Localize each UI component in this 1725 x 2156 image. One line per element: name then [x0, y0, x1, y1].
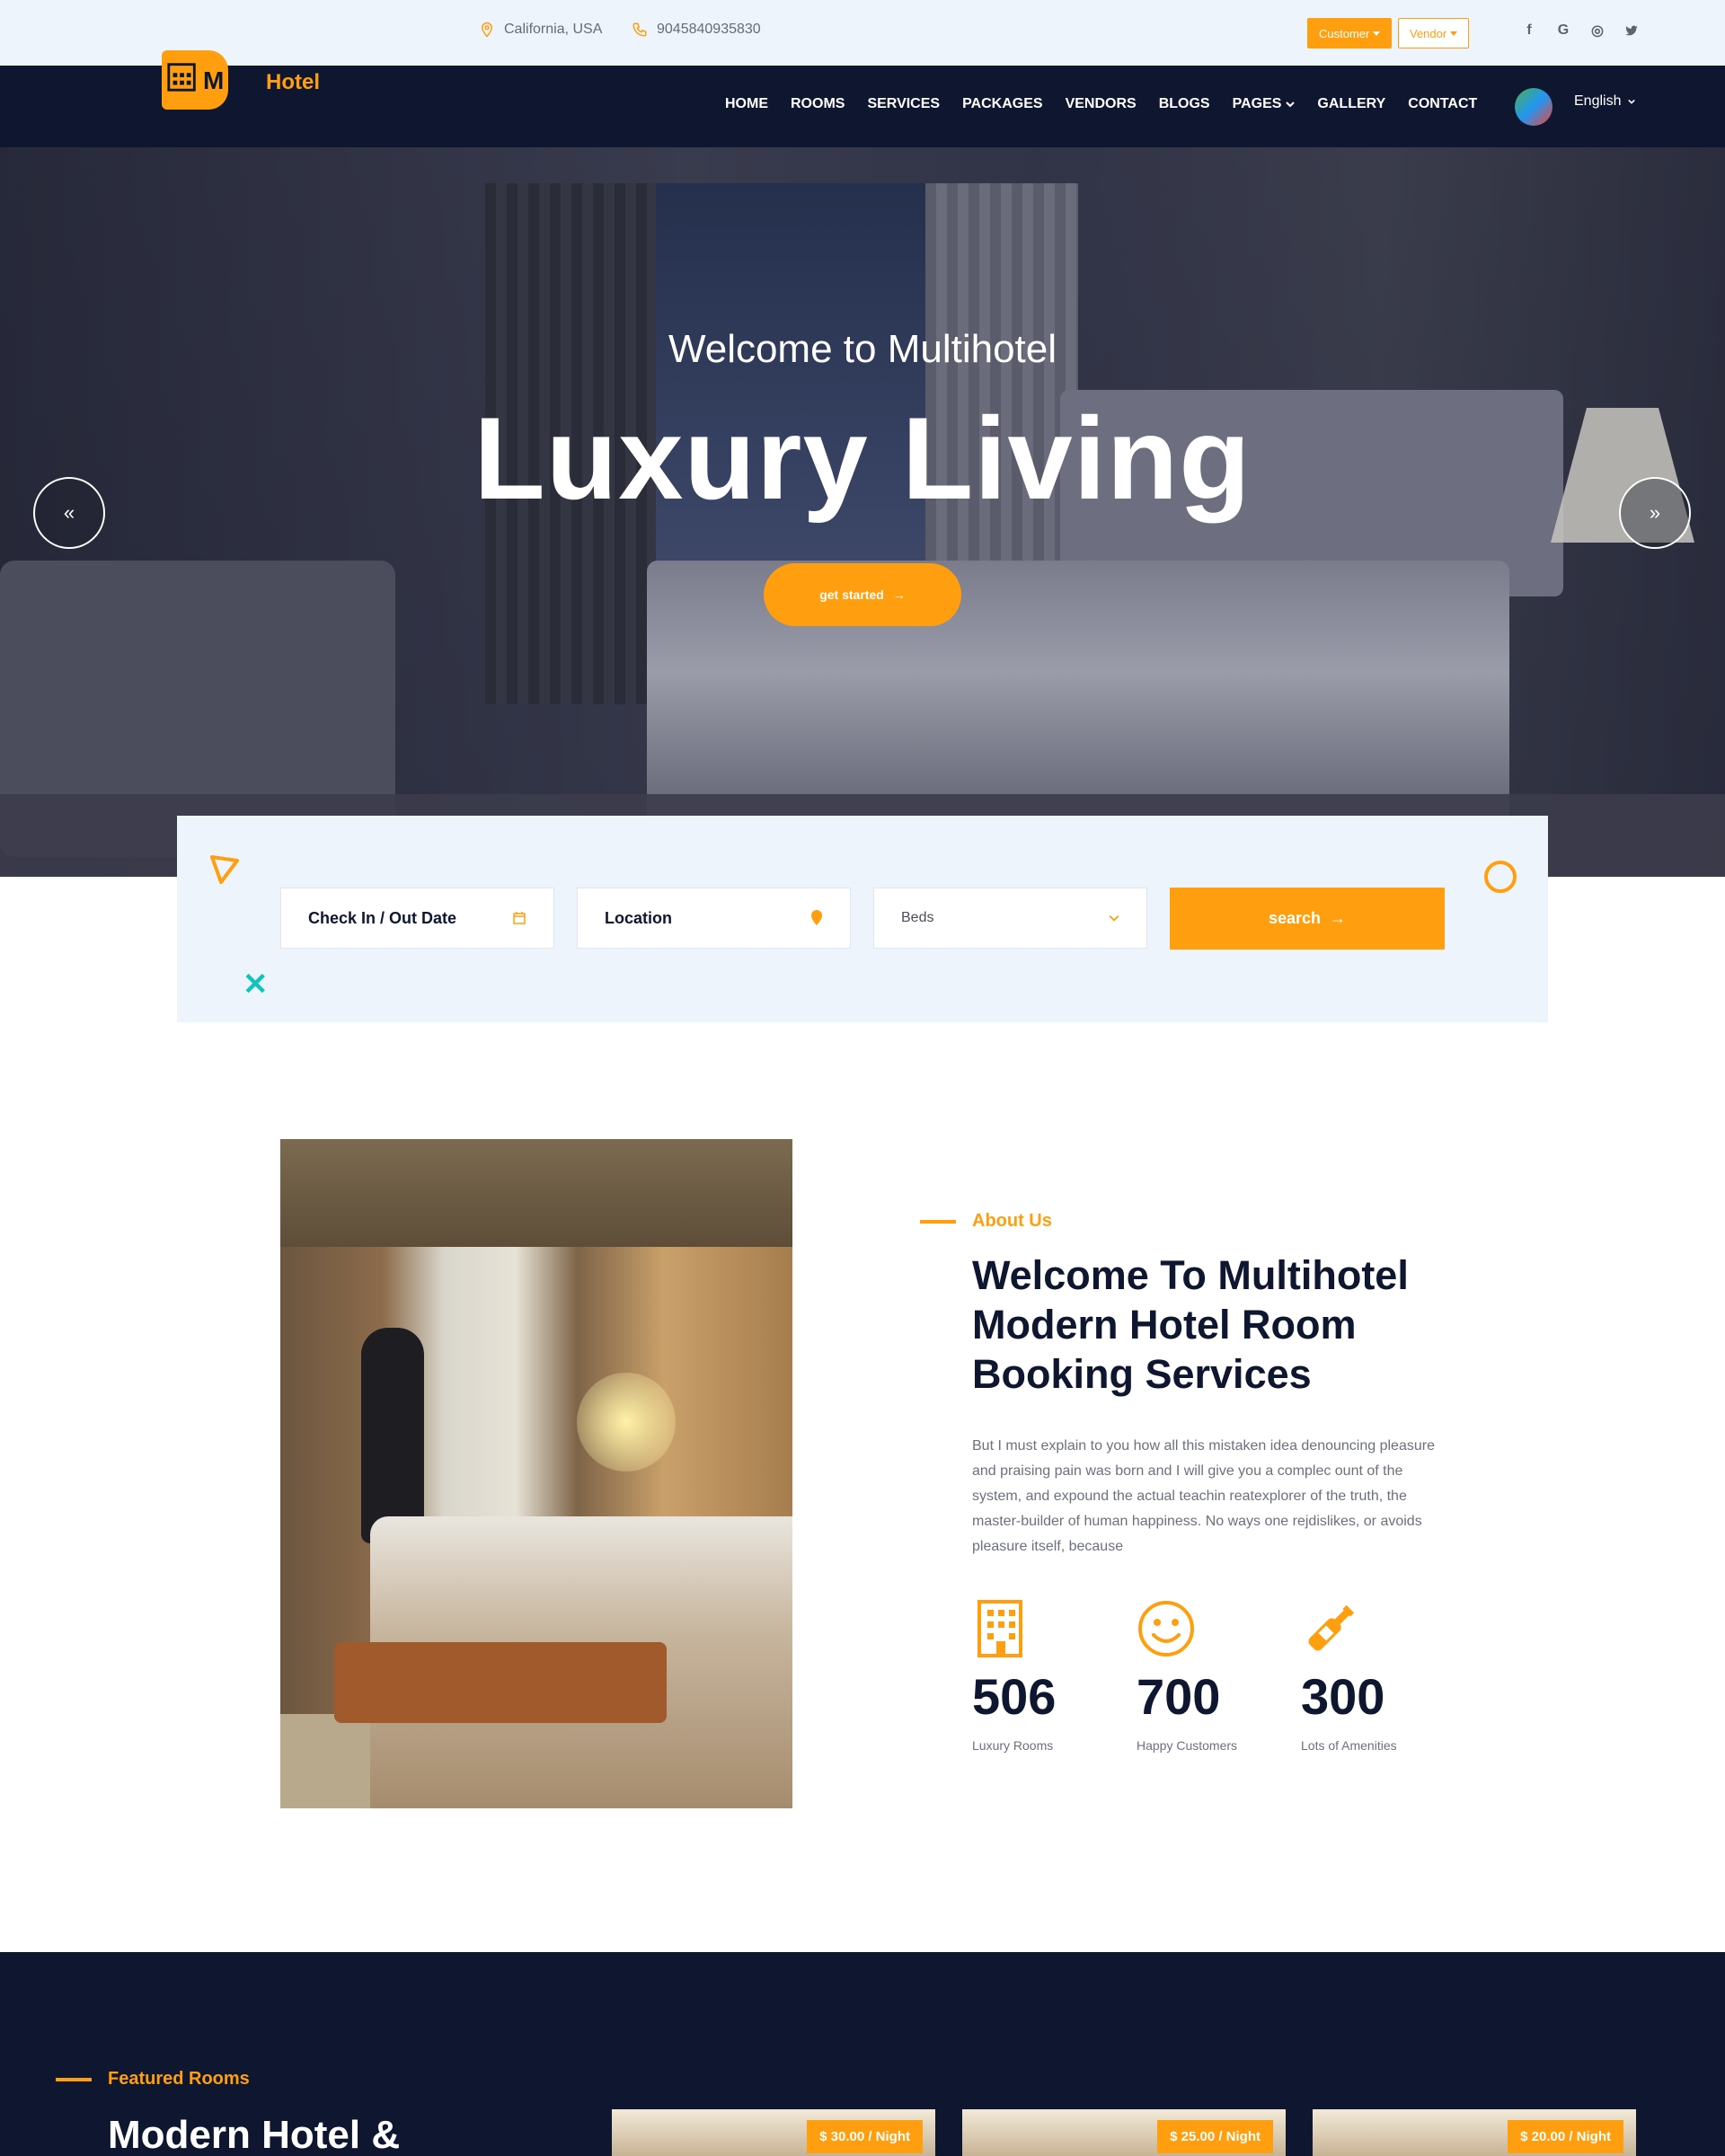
beds-select[interactable]: Beds — [873, 888, 1147, 949]
customer-label: Customer — [1319, 26, 1370, 40]
stat-value: 300 — [1301, 1668, 1385, 1725]
about-image-lamp — [577, 1373, 676, 1471]
tag-line — [920, 1219, 956, 1224]
triangle-decoration-icon — [210, 855, 239, 884]
chevron-down-icon — [1628, 99, 1636, 104]
search-button-label: search — [1268, 909, 1322, 927]
nav-item-packages[interactable]: PACKAGES — [962, 96, 1043, 112]
hotel-building-icon — [167, 63, 196, 92]
room-card[interactable]: $ 30.00 / Night — [612, 2109, 935, 2156]
about-tag: About Us — [920, 1211, 1052, 1232]
phone-icon — [632, 22, 647, 37]
stat-luxury-rooms: 506 Luxury Rooms — [972, 1599, 1134, 1753]
room-price-badge: $ 30.00 / Night — [807, 2120, 923, 2153]
location-field[interactable]: Location — [577, 888, 851, 949]
slider-prev-button[interactable]: « — [33, 477, 105, 549]
booking-search-form: Check In / Out Date Location Beds search… — [177, 816, 1548, 1022]
about-image-valance — [280, 1139, 792, 1247]
about-image-bench — [334, 1642, 667, 1723]
instagram-icon[interactable]: ◎ — [1588, 22, 1606, 40]
stat-label: Lots of Amenities — [1301, 1738, 1397, 1753]
nav-item-gallery[interactable]: GALLERY — [1317, 96, 1385, 112]
bottle-icon — [1308, 1604, 1355, 1651]
slider-next-button[interactable]: » — [1619, 477, 1691, 549]
hero-title: Luxury Living — [473, 393, 1252, 524]
get-started-label: get started — [819, 588, 884, 602]
room-card[interactable]: $ 25.00 / Night — [962, 2109, 1286, 2156]
stat-value: 506 — [972, 1668, 1057, 1725]
about-image — [280, 1139, 792, 1808]
nav-item-contact[interactable]: CONTACT — [1408, 96, 1477, 112]
room-card[interactable]: $ 20.00 / Night — [1313, 2109, 1636, 2156]
about-tag-label: About Us — [972, 1211, 1052, 1231]
tag-line — [56, 2077, 92, 2081]
logo-letter: M — [203, 66, 225, 94]
google-icon[interactable]: G — [1554, 22, 1572, 40]
arrow-right-icon: → — [1330, 909, 1347, 927]
get-started-button[interactable]: get started → — [764, 563, 961, 626]
stat-value: 700 — [1137, 1668, 1221, 1725]
beds-select-label: Beds — [901, 910, 934, 925]
about-image-person — [361, 1328, 424, 1543]
location-text: California, USA — [504, 22, 603, 37]
logo-text[interactable]: Hotel — [266, 70, 320, 95]
date-field[interactable]: Check In / Out Date — [280, 888, 554, 949]
about-title: Welcome To Multihotel Modern Hotel Room … — [972, 1252, 1409, 1397]
twitter-icon[interactable] — [1623, 22, 1641, 40]
phone-text: 9045840935830 — [657, 22, 761, 37]
location-field-label: Location — [605, 908, 672, 927]
stat-amenities: 300 Lots of Amenities — [1301, 1599, 1463, 1753]
nav-menu: HOME ROOMS SERVICES PACKAGES VENDORS BLO… — [725, 96, 1477, 112]
about-description: But I must explain to you how all this m… — [972, 1438, 1435, 1554]
nav-item-home[interactable]: HOME — [725, 96, 768, 112]
smiley-icon — [1138, 1601, 1194, 1657]
vendor-label: Vendor — [1410, 26, 1447, 40]
vendor-dropdown[interactable]: Vendor — [1398, 18, 1470, 49]
nav-item-pages[interactable]: PAGES — [1233, 96, 1296, 112]
chevron-down-icon — [1109, 915, 1119, 922]
calendar-icon — [513, 912, 526, 924]
stat-label: Luxury Rooms — [972, 1738, 1054, 1753]
date-field-label: Check In / Out Date — [308, 908, 457, 927]
featured-tag: Featured Rooms — [56, 2069, 250, 2090]
social-links: f G ◎ — [1520, 22, 1641, 40]
nav-item-blogs[interactable]: BLOGS — [1159, 96, 1210, 112]
stat-happy-customers: 700 Happy Customers — [1137, 1599, 1298, 1753]
nav-item-rooms[interactable]: ROOMS — [791, 96, 845, 112]
map-marker-icon — [811, 910, 822, 925]
nav-item-pages-label: PAGES — [1232, 96, 1282, 111]
map-pin-icon — [481, 22, 493, 38]
caret-down-icon — [1450, 31, 1458, 36]
room-price-badge: $ 25.00 / Night — [1157, 2120, 1273, 2153]
facebook-icon[interactable]: f — [1520, 22, 1538, 40]
featured-tag-label: Featured Rooms — [108, 2069, 250, 2089]
chevron-down-icon — [1286, 102, 1296, 108]
language-selector[interactable]: English — [1574, 93, 1636, 110]
phone-info[interactable]: 9045840935830 — [632, 22, 761, 38]
language-label: English — [1574, 93, 1622, 109]
building-icon — [978, 1600, 1022, 1657]
hero-subtitle: Welcome to Multihotel — [668, 327, 1057, 371]
cross-decoration-icon: ✕ — [243, 968, 269, 1002]
arrow-right-icon: → — [892, 588, 906, 602]
nav-item-vendors[interactable]: VENDORS — [1066, 96, 1137, 112]
room-price-badge: $ 20.00 / Night — [1508, 2120, 1623, 2153]
circle-decoration-icon — [1484, 861, 1517, 893]
top-bar: California, USA 9045840935830 Customer V… — [0, 0, 1725, 66]
language-flag-icon[interactable] — [1515, 88, 1552, 126]
stat-label: Happy Customers — [1137, 1738, 1238, 1753]
location-info: California, USA — [479, 22, 602, 38]
featured-title: Modern Hotel & — [108, 2113, 401, 2156]
search-button[interactable]: search → — [1170, 888, 1445, 950]
double-chevron-left-icon: « — [63, 501, 75, 524]
double-chevron-right-icon: » — [1649, 501, 1661, 524]
caret-down-icon — [1373, 31, 1381, 36]
customer-dropdown[interactable]: Customer — [1307, 18, 1393, 49]
nav-item-services[interactable]: SERVICES — [867, 96, 940, 112]
